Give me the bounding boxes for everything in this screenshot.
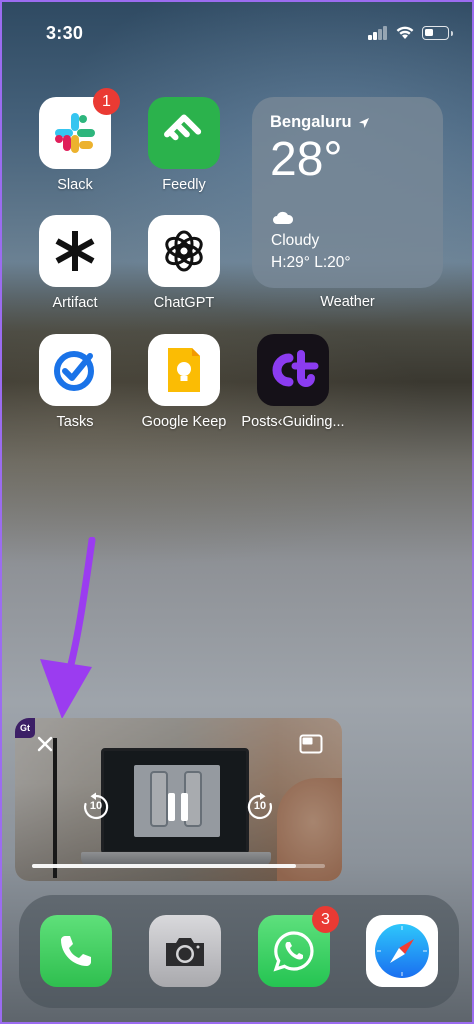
app-chatgpt[interactable]: ChatGPT [129,215,239,311]
dock-app-safari[interactable] [365,915,439,987]
phone-icon [40,915,112,987]
close-pip-button[interactable] [33,732,57,756]
notification-badge: 3 [312,906,339,933]
pip-restore-icon [299,734,323,754]
app-posts[interactable]: Posts‹Guiding... [238,334,348,430]
return-to-app-button[interactable] [298,732,324,756]
dock-app-phone[interactable] [39,915,113,987]
cellular-signal-icon [368,26,388,40]
artifact-icon [39,215,111,287]
widget-label: Weather [320,294,375,310]
annotation-arrow-icon [40,537,96,719]
weather-high-low: H:29° L:20° [271,254,351,271]
playback-progress-fill [32,864,296,868]
skip-forward-button[interactable]: 10 [245,792,275,822]
guiding-tech-logo: Gt [15,718,35,738]
battery-icon [422,26,453,40]
app-feedly[interactable]: Feedly [129,97,239,193]
status-bar: 3:30 [2,2,472,62]
feedly-icon [148,97,220,169]
dock-app-whatsapp[interactable]: 3 [257,906,339,987]
app-label: Slack [57,177,93,193]
pause-button[interactable] [163,790,193,824]
notification-badge: 1 [93,88,120,115]
app-label: Tasks [56,414,94,430]
keep-icon [148,334,220,406]
weather-condition: Cloudy [271,232,320,249]
weather-city: Bengaluru [270,113,352,131]
app-label: Feedly [162,177,206,193]
app-label: Google Keep [141,414,227,430]
playback-progress-bar[interactable] [32,864,325,868]
skip-back-button[interactable]: 10 [81,792,111,822]
app-google-keep[interactable]: Google Keep [129,334,239,430]
tasks-icon [39,334,111,406]
wifi-icon [396,26,414,39]
app-artifact[interactable]: Artifact [20,215,130,311]
guiding-tech-icon [257,334,329,406]
cloud-icon [273,211,294,224]
skip-forward-seconds: 10 [253,800,267,812]
dock: 3 [19,895,459,1008]
location-arrow-icon [358,117,369,128]
skip-back-seconds: 10 [89,800,103,812]
app-label: Artifact [52,295,98,311]
pause-icon [168,793,188,821]
app-tasks[interactable]: Tasks [20,334,130,430]
weather-temperature: 28° [270,133,343,186]
app-slack[interactable]: 1 Slack [20,88,130,193]
dock-app-camera[interactable] [148,915,222,987]
app-label: ChatGPT [153,295,215,311]
chatgpt-icon [148,215,220,287]
home-screen: 3:30 1 Slack Feedly Bengaluru 28° Cloudy… [0,0,474,1024]
close-icon [37,736,53,752]
safari-icon [366,915,438,987]
clock: 3:30 [46,23,84,43]
weather-widget[interactable]: Bengaluru 28° Cloudy H:29° L:20° [252,97,443,288]
picture-in-picture-player[interactable]: Gt 10 10 [15,718,342,881]
camera-icon [149,915,221,987]
app-label: Posts‹Guiding... [241,414,345,430]
